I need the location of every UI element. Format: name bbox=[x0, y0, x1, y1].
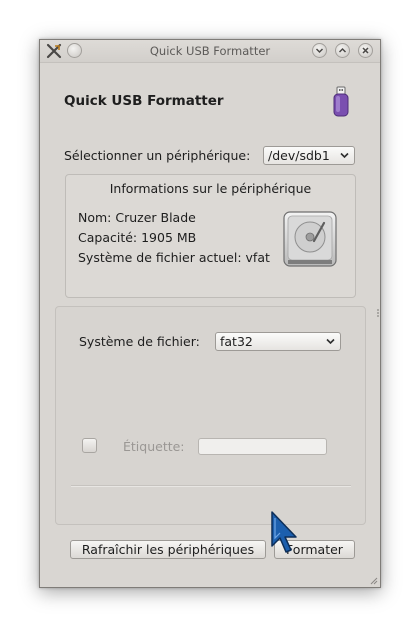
close-icon[interactable] bbox=[358, 43, 373, 58]
title-bar[interactable]: Quick USB Formatter bbox=[40, 40, 380, 63]
chevron-down-icon bbox=[326, 338, 335, 345]
resize-grip-icon[interactable] bbox=[370, 577, 378, 585]
hard-drive-icon bbox=[283, 211, 337, 267]
mouse-pointer-icon bbox=[271, 511, 297, 553]
header-title: Quick USB Formatter bbox=[64, 93, 224, 109]
format-options-panel: Système de fichier: fat32 Étiquette: bbox=[55, 306, 366, 525]
chevron-down-icon bbox=[340, 152, 349, 159]
device-current-filesystem: Système de fichier actuel: vfat bbox=[78, 250, 270, 265]
filesystem-select[interactable]: fat32 bbox=[215, 332, 341, 351]
device-name: Nom: Cruzer Blade bbox=[78, 210, 196, 225]
usb-drive-icon bbox=[333, 86, 349, 117]
filesystem-label: Système de fichier: bbox=[79, 334, 200, 349]
device-capacity: Capacité: 1905 MB bbox=[78, 230, 197, 245]
filesystem-select-value: fat32 bbox=[220, 334, 253, 349]
device-select[interactable]: /dev/sdb1 bbox=[263, 146, 355, 165]
label-input[interactable] bbox=[198, 438, 327, 455]
device-info-title: Informations sur le périphérique bbox=[109, 181, 312, 196]
refresh-devices-button[interactable]: Rafraîchir les périphériques bbox=[70, 540, 266, 559]
maximize-icon[interactable] bbox=[335, 43, 350, 58]
resize-handle-dots[interactable] bbox=[376, 308, 380, 318]
panel-divider bbox=[71, 485, 351, 487]
app-window: Quick USB Formatter Quick USB Formatter … bbox=[39, 39, 381, 588]
window-title: Quick USB Formatter bbox=[149, 44, 271, 58]
label-field-label: Étiquette: bbox=[123, 439, 185, 454]
device-select-label: Sélectionner un périphérique: bbox=[64, 148, 251, 163]
minimize-icon[interactable] bbox=[312, 43, 327, 58]
device-info-group: Informations sur le périphérique Nom: Cr… bbox=[65, 174, 356, 298]
label-checkbox[interactable] bbox=[82, 438, 97, 453]
device-select-value: /dev/sdb1 bbox=[268, 148, 330, 163]
